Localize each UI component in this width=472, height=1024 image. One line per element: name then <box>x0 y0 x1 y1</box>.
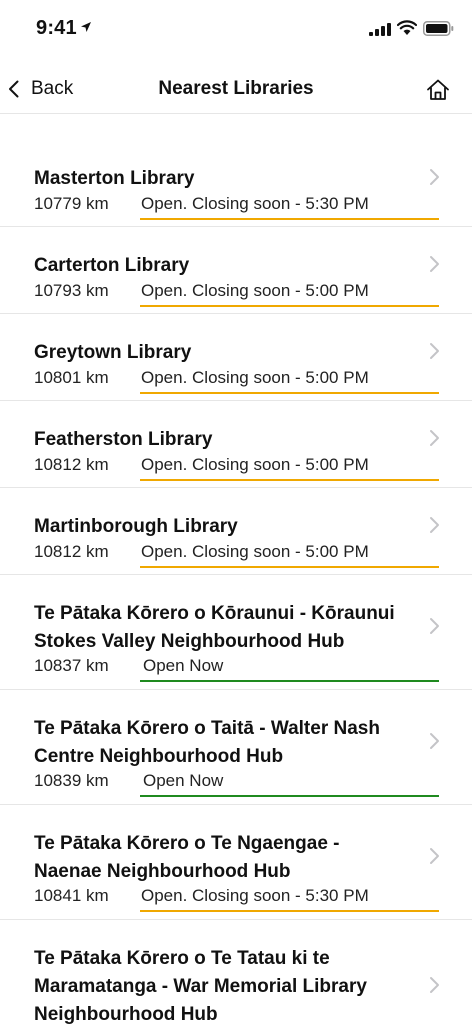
library-distance: 10841 km <box>34 886 109 905</box>
library-distance: 10837 km <box>34 656 109 675</box>
library-distance: 10793 km <box>34 281 109 300</box>
wifi-icon <box>397 20 417 35</box>
location-arrow-icon <box>81 22 91 32</box>
library-list: Masterton Library 10779 km Open. Closing… <box>0 140 472 1024</box>
library-status: Open. Closing soon - 5:30 PM <box>140 194 439 220</box>
library-name: Te Pātaka Kōrero o Te Tatau ki te Marama… <box>34 948 367 1024</box>
library-status: Open. Closing soon - 5:30 PM <box>140 886 439 912</box>
chevron-right-icon <box>430 733 439 749</box>
library-distance: 10779 km <box>34 194 109 213</box>
status-time: 9:41 <box>36 17 77 39</box>
status-bar: 9:41 <box>0 0 472 60</box>
cellular-signal-icon <box>369 23 391 36</box>
library-row[interactable]: Martinborough Library 10812 km Open. Clo… <box>0 488 472 575</box>
library-status: Open. Closing soon - 5:00 PM <box>140 281 439 307</box>
chevron-right-icon <box>430 256 439 272</box>
library-distance: 10812 km <box>34 455 109 474</box>
library-name: Te Pātaka Kōrero o Kōraunui - Kōraunui S… <box>34 603 395 652</box>
library-row[interactable]: Te Pātaka Kōrero o Taitā - Walter Nash C… <box>0 690 472 805</box>
navigation-bar: Back Nearest Libraries <box>0 60 472 114</box>
chevron-right-icon <box>430 618 439 634</box>
library-status: Open Now <box>140 656 439 682</box>
chevron-right-icon <box>430 169 439 185</box>
library-row[interactable]: Te Pātaka Kōrero o Kōraunui - Kōraunui S… <box>0 575 472 690</box>
home-icon <box>427 79 449 100</box>
library-row[interactable]: Te Pātaka Kōrero o Te Ngaengae - Naenae … <box>0 805 472 920</box>
library-distance: 10801 km <box>34 368 109 387</box>
library-name: Te Pātaka Kōrero o Te Ngaengae - Naenae … <box>34 833 340 882</box>
library-row[interactable]: Te Pātaka Kōrero o Te Tatau ki te Marama… <box>0 920 472 1024</box>
chevron-right-icon <box>430 977 439 993</box>
library-name: Masterton Library <box>34 168 195 189</box>
library-name: Te Pātaka Kōrero o Taitā - Walter Nash C… <box>34 718 380 767</box>
library-distance: 10812 km <box>34 542 109 561</box>
library-name: Greytown Library <box>34 342 192 363</box>
library-row[interactable]: Masterton Library 10779 km Open. Closing… <box>0 140 472 227</box>
chevron-right-icon <box>430 517 439 533</box>
chevron-right-icon <box>430 430 439 446</box>
battery-icon <box>423 21 454 36</box>
library-status: Open Now <box>140 771 439 797</box>
library-row[interactable]: Featherston Library 10812 km Open. Closi… <box>0 401 472 488</box>
library-status: Open. Closing soon - 5:00 PM <box>140 368 439 394</box>
library-status: Open. Closing soon - 5:00 PM <box>140 542 439 568</box>
chevron-right-icon <box>430 848 439 864</box>
library-name: Featherston Library <box>34 429 213 450</box>
library-status: Open. Closing soon - 5:00 PM <box>140 455 439 481</box>
library-row[interactable]: Carterton Library 10793 km Open. Closing… <box>0 227 472 314</box>
home-button[interactable] <box>425 77 451 103</box>
library-row[interactable]: Greytown Library 10801 km Open. Closing … <box>0 314 472 401</box>
page-title: Nearest Libraries <box>158 78 314 99</box>
library-name: Carterton Library <box>34 255 190 276</box>
library-distance: 10839 km <box>34 771 109 790</box>
library-name: Martinborough Library <box>34 516 238 537</box>
chevron-right-icon <box>430 343 439 359</box>
